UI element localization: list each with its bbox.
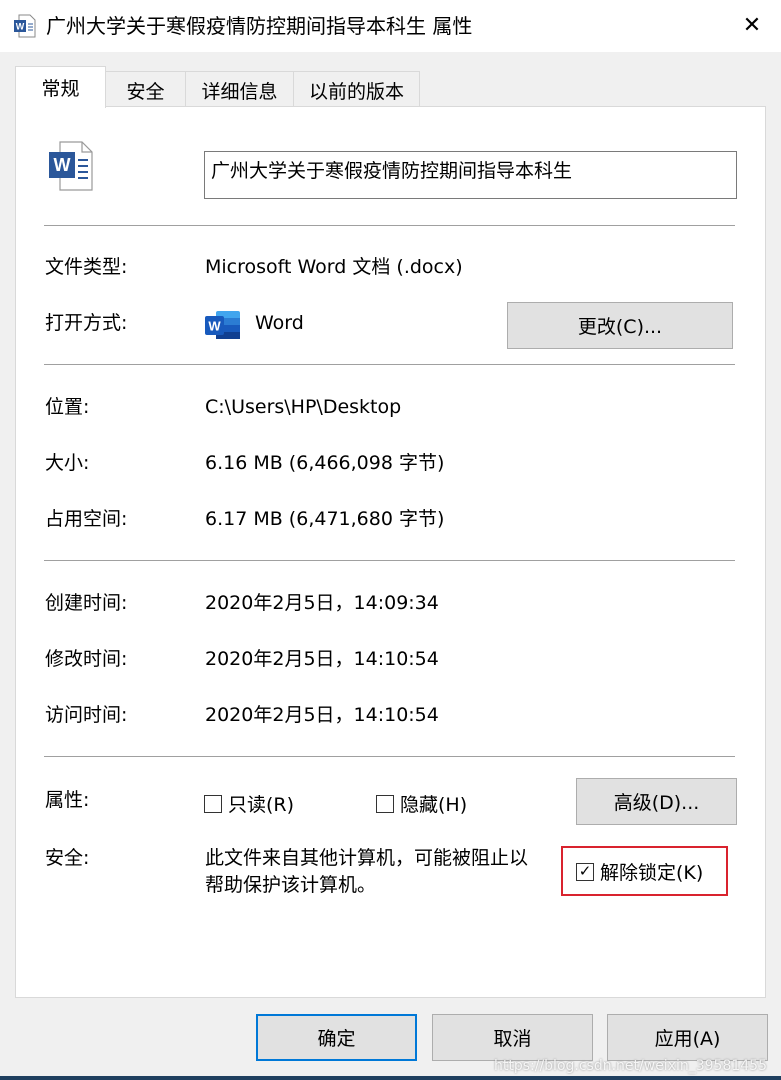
modified-label: 修改时间: — [45, 648, 128, 670]
window-title: 广州大学关于寒假疫情防控期间指导本科生 属性 — [46, 14, 473, 38]
word-document-icon: W — [14, 14, 36, 38]
security-message-line2: 帮助保护该计算机。 — [205, 874, 377, 896]
checkbox-box[interactable] — [204, 794, 222, 813]
modified-value: 2020年2月5日，14:10:54 — [205, 648, 439, 670]
created-value: 2020年2月5日，14:09:34 — [205, 592, 439, 614]
cancel-button[interactable]: 取消 — [432, 1014, 593, 1061]
close-button[interactable]: ✕ — [728, 6, 776, 46]
svg-text:W: W — [54, 155, 71, 175]
tab-security[interactable]: 安全 — [105, 71, 186, 109]
created-label: 创建时间: — [45, 592, 128, 614]
size-label: 大小: — [45, 452, 90, 474]
tab-label: 以前的版本 — [308, 81, 404, 103]
tab-label: 安全 — [126, 81, 165, 103]
file-type-label: 文件类型: — [45, 256, 128, 278]
disk-size-value: 6.17 MB (6,471,680 字节) — [205, 508, 445, 530]
location-label: 位置: — [45, 396, 90, 418]
svg-text:W: W — [208, 319, 221, 334]
accessed-value: 2020年2月5日，14:10:54 — [205, 704, 439, 726]
advanced-button[interactable]: 高级(D)... — [576, 778, 737, 825]
divider — [44, 364, 735, 365]
tab-general[interactable]: 常规 — [15, 66, 106, 108]
file-type-value: Microsoft Word 文档 (.docx) — [205, 256, 463, 278]
open-with-value: Word — [255, 312, 304, 334]
hidden-label: 隐藏(H) — [400, 794, 468, 816]
close-icon: ✕ — [742, 13, 762, 38]
file-name-input[interactable]: 广州大学关于寒假疫情防控期间指导本科生 — [204, 151, 737, 199]
security-label: 安全: — [45, 847, 90, 869]
disk-size-label: 占用空间: — [45, 508, 128, 530]
tab-previous-versions[interactable]: 以前的版本 — [293, 71, 420, 109]
taskbar-edge — [0, 1076, 781, 1080]
highlight-box — [561, 846, 728, 896]
size-value: 6.16 MB (6,466,098 字节) — [205, 452, 445, 474]
divider — [44, 756, 735, 757]
open-with-label: 打开方式: — [45, 312, 128, 334]
divider — [44, 560, 735, 561]
svg-text:W: W — [16, 22, 25, 32]
location-value: C:\Users\HP\Desktop — [205, 396, 402, 418]
tab-label: 详细信息 — [201, 81, 278, 103]
tab-details[interactable]: 详细信息 — [185, 71, 294, 109]
word-app-icon: W — [205, 311, 240, 339]
accessed-label: 访问时间: — [45, 704, 128, 726]
ok-button[interactable]: 确定 — [256, 1014, 417, 1061]
watermark: https://blog.csdn.net/weixin_39581455 — [493, 1058, 767, 1074]
tab-label: 常规 — [41, 78, 80, 100]
attributes-label: 属性: — [45, 789, 90, 811]
change-button[interactable]: 更改(C)... — [507, 302, 733, 349]
checkbox-box[interactable] — [376, 794, 394, 813]
apply-button[interactable]: 应用(A) — [607, 1014, 768, 1061]
hidden-checkbox[interactable]: 隐藏(H) — [376, 790, 467, 817]
readonly-checkbox[interactable]: 只读(R) — [204, 790, 294, 817]
word-document-large-icon: W — [49, 141, 93, 191]
security-message-line1: 此文件来自其他计算机，可能被阻止以 — [205, 847, 529, 869]
divider — [44, 225, 735, 226]
readonly-label: 只读(R) — [228, 794, 295, 816]
